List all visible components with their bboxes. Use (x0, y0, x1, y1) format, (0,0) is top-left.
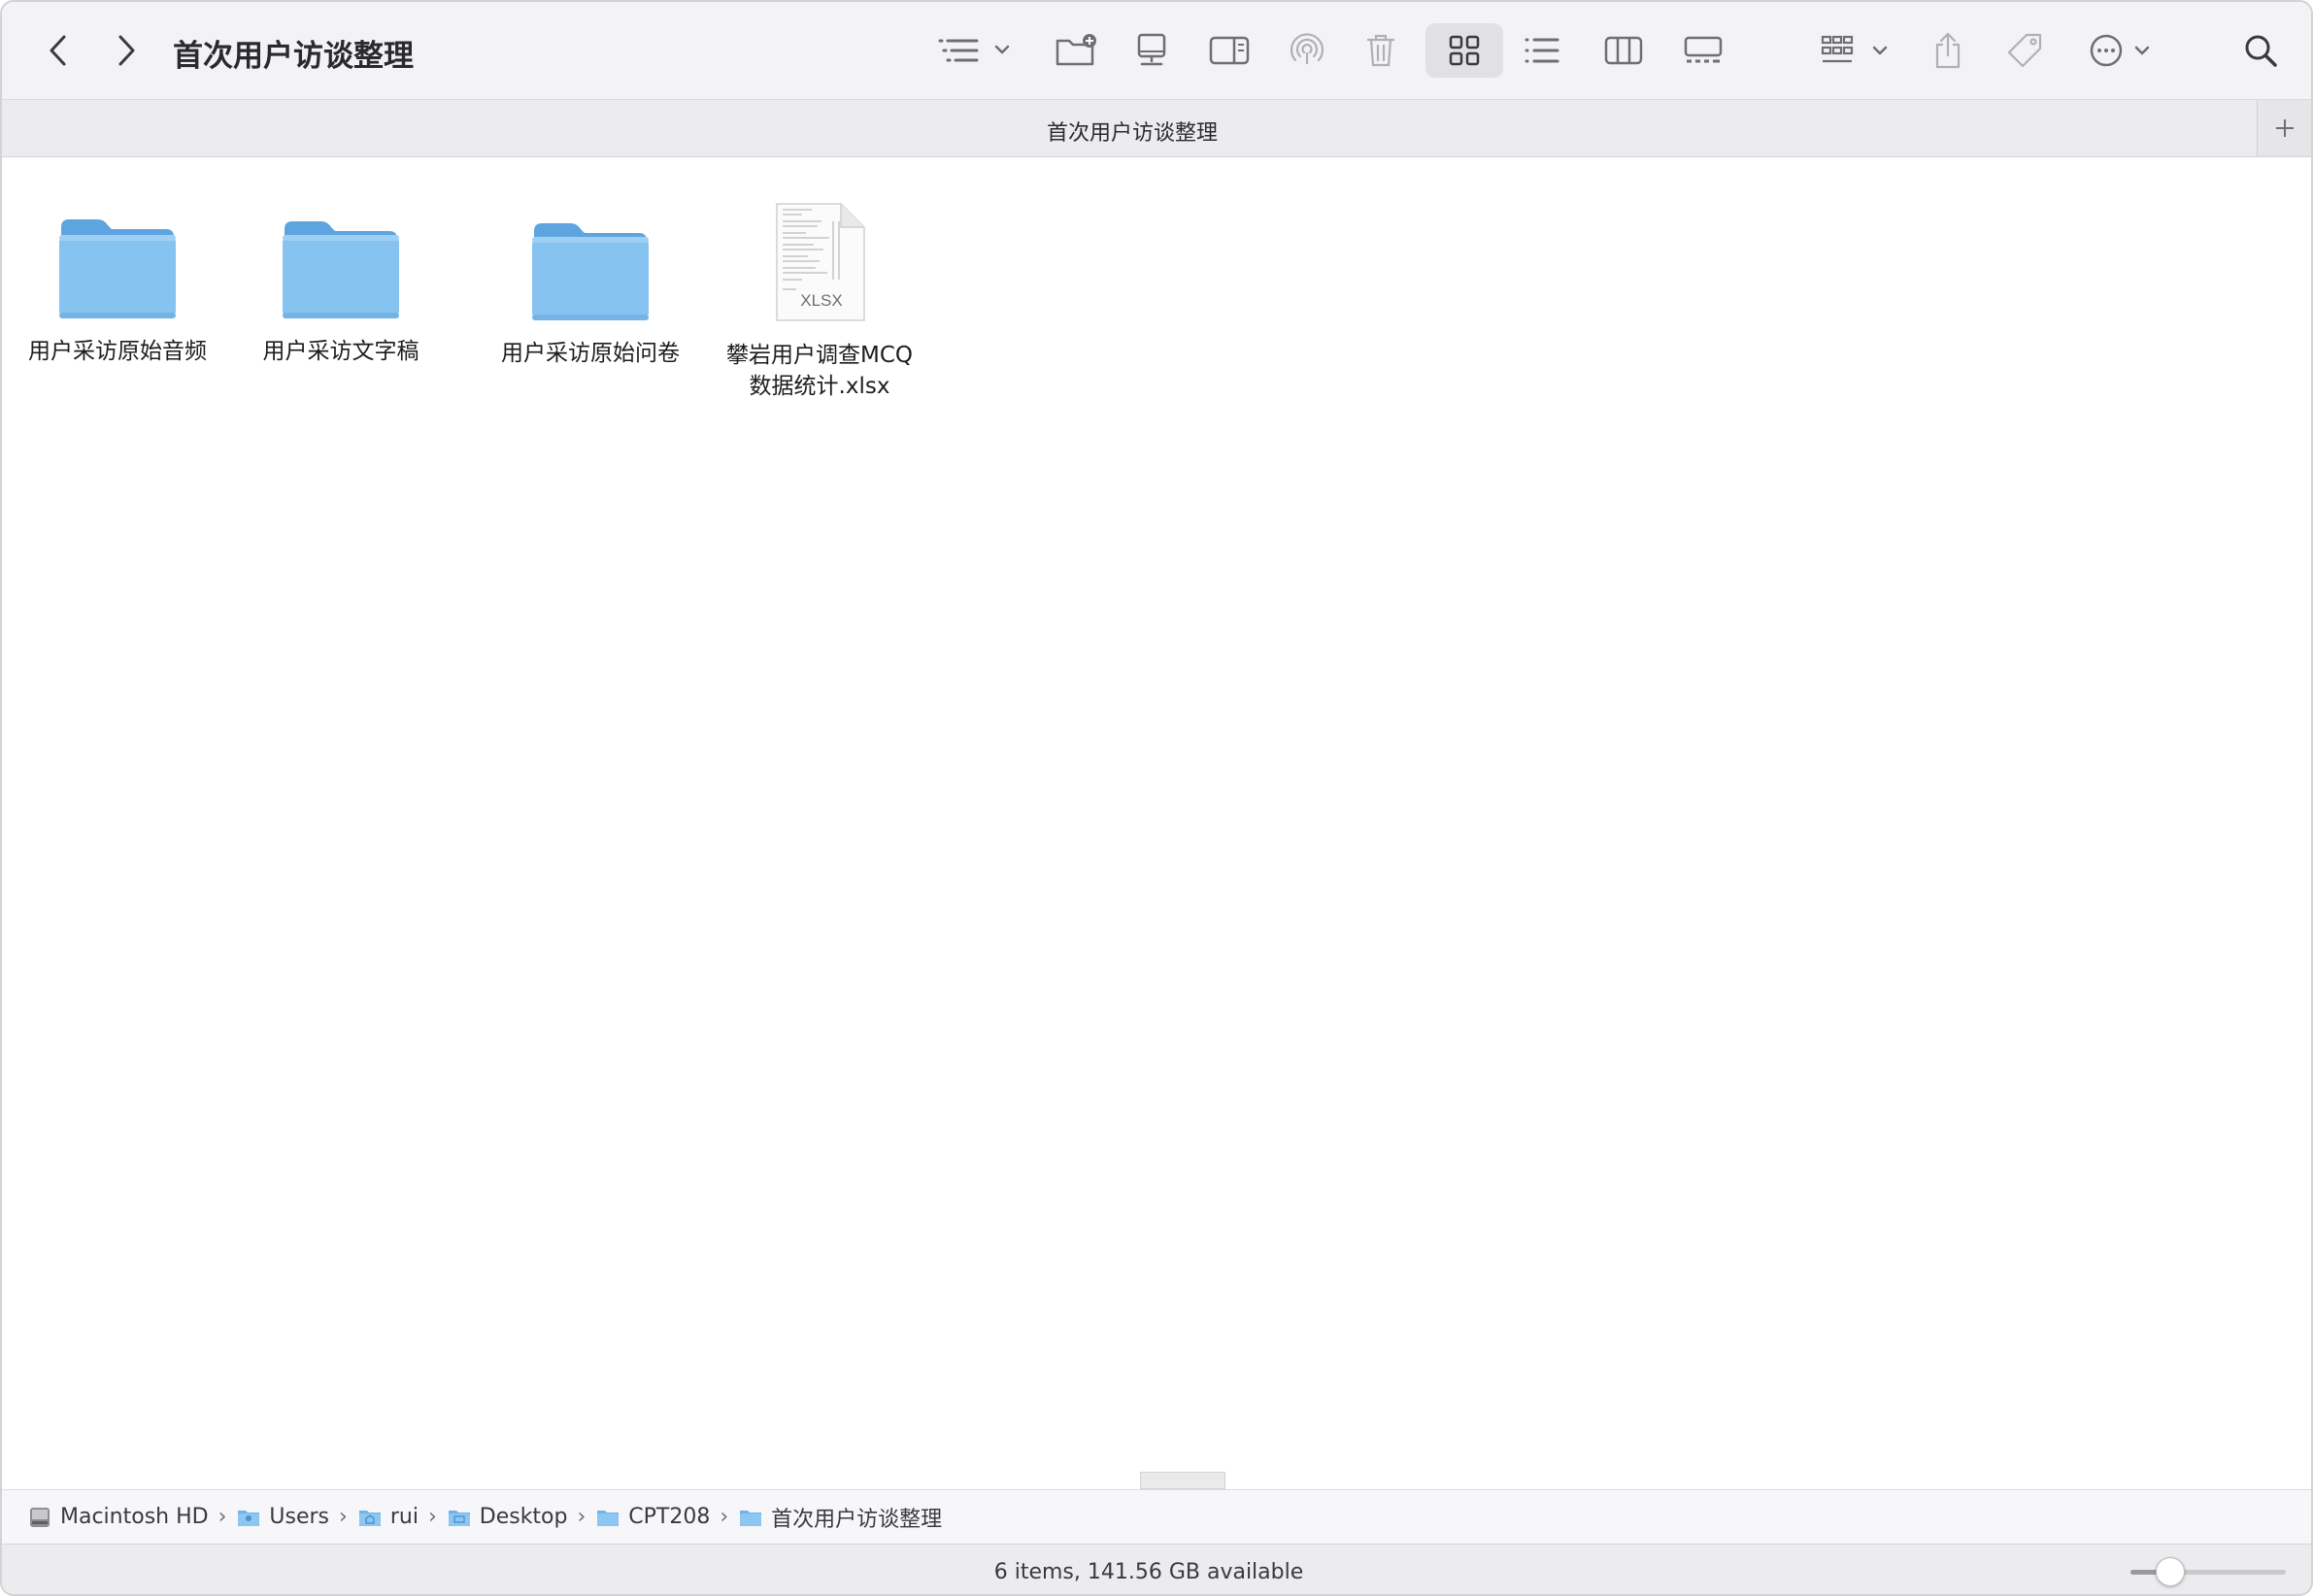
folder-icon (59, 219, 176, 318)
view-gallery-button[interactable] (1682, 23, 1725, 78)
crumb-label: CPT208 (628, 1505, 711, 1529)
path-crumb-users[interactable]: Users (236, 1505, 329, 1529)
search-icon (2245, 35, 2277, 67)
airdrop-icon (1290, 33, 1324, 64)
file-browser-area[interactable]: 用户采访原始音频 用户采访文字稿 用户采访原始问卷 XLSX 攀岩用户调查MCQ… (2, 157, 2311, 1489)
icon-size-slider[interactable] (2130, 1570, 2286, 1575)
item-label: 用户采访原始音频 (28, 339, 207, 364)
more-icon (2090, 34, 2150, 67)
tag-icon (2007, 33, 2042, 68)
preview-pane-icon (1209, 36, 1250, 65)
folder-item[interactable]: 用户采访原始音频 (6, 194, 229, 367)
trash-icon (1366, 34, 1395, 67)
folder-icon (283, 221, 399, 318)
desktop-icon (1137, 33, 1166, 66)
view-gallery-icon (1684, 36, 1723, 63)
crumb-label: Macintosh HD (60, 1505, 209, 1529)
item-label-line-1: 攀岩用户调查MCQ (725, 343, 913, 368)
group-button[interactable] (1820, 23, 1894, 78)
path-crumb-macintosh-hd[interactable]: Macintosh HD (27, 1505, 209, 1530)
window-title: 首次用户访谈整理 (173, 39, 414, 74)
view-list-button[interactable] (1523, 23, 1561, 78)
folder-item[interactable]: 用户采访原始问卷 (479, 196, 702, 369)
chevron-right-icon: › (577, 1505, 587, 1529)
path-bar: Macintosh HD › Users › rui › Desktop › C… (2, 1489, 2311, 1544)
view-list-icon (1525, 38, 1559, 63)
tab-bar: 首次用户访谈整理 (2, 99, 2311, 157)
tag-button[interactable] (2004, 23, 2045, 78)
path-crumb-rui[interactable]: rui (357, 1505, 419, 1529)
path-crumb-desktop[interactable]: Desktop (447, 1505, 568, 1529)
item-label: 用户采访文字稿 (262, 339, 419, 364)
tab-current[interactable]: 首次用户访谈整理 (2, 116, 2263, 147)
forward-button[interactable] (107, 23, 146, 78)
crumb-label: Desktop (479, 1505, 568, 1529)
folder-icon (740, 1510, 762, 1526)
connect-server-button[interactable] (1130, 23, 1173, 78)
status-text: 6 items, 141.56 GB available (993, 1560, 1304, 1584)
chevron-left-icon (50, 35, 66, 66)
plus-icon (2275, 119, 2294, 137)
trash-button[interactable] (1363, 23, 1398, 78)
chevron-right-icon (118, 35, 135, 66)
preview-pane-button[interactable] (1206, 23, 1253, 78)
desktop-folder-icon (448, 1510, 470, 1526)
chevron-right-icon: › (339, 1505, 348, 1529)
view-icons-button[interactable] (1425, 23, 1503, 78)
item-label-line-2: 数据统计.xlsx (749, 374, 890, 399)
search-button[interactable] (2241, 23, 2280, 78)
hard-drive-icon (30, 1507, 50, 1527)
folder-icon (597, 1510, 620, 1526)
path-crumb-current[interactable]: 首次用户访谈整理 (738, 1502, 942, 1533)
toolbar: 首次用户访谈整理 (2, 2, 2311, 99)
crumb-label: 首次用户访谈整理 (771, 1507, 943, 1532)
drag-preview-thumbnail (1140, 1472, 1225, 1489)
view-icons-icon (1449, 35, 1480, 66)
folder-item[interactable]: 用户采访文字稿 (229, 194, 453, 367)
item-label: 攀岩用户调查MCQ 数据统计.xlsx (708, 340, 931, 402)
view-columns-button[interactable] (1602, 23, 1645, 78)
sort-list-icon (938, 39, 1010, 62)
path-crumb-cpt208[interactable]: CPT208 (595, 1505, 710, 1529)
crumb-label: Users (269, 1505, 330, 1529)
file-item[interactable]: XLSX 攀岩用户调查MCQ 数据统计.xlsx (708, 196, 931, 402)
new-folder-button[interactable] (1053, 23, 1101, 78)
share-button[interactable] (1930, 23, 1965, 78)
new-tab-button[interactable] (2257, 100, 2311, 156)
sort-options-button[interactable] (936, 23, 1014, 78)
chevron-right-icon: › (218, 1505, 227, 1529)
item-label: 用户采访原始问卷 (501, 341, 680, 366)
crumb-label: rui (389, 1505, 419, 1529)
finder-window: 首次用户访谈整理 首次用户访谈整理 用户采访原始音频 用户采访文字稿 用户采访原… (0, 0, 2313, 1596)
file-type-badge: XLSX (800, 291, 842, 310)
home-folder-icon (358, 1510, 381, 1526)
chevron-right-icon: › (427, 1505, 437, 1529)
spreadsheet-file-icon: XLSX (776, 203, 865, 321)
status-bar: 6 items, 141.56 GB available (2, 1544, 2311, 1594)
airdrop-button[interactable] (1286, 23, 1328, 78)
slider-knob[interactable] (2156, 1557, 2185, 1586)
new-folder-icon (1056, 34, 1096, 66)
back-button[interactable] (39, 23, 78, 78)
folder-icon (532, 223, 649, 320)
more-actions-button[interactable] (2088, 23, 2158, 78)
users-folder-icon (238, 1510, 260, 1526)
chevron-right-icon: › (720, 1505, 729, 1529)
group-icon (1821, 35, 1888, 63)
view-columns-icon (1604, 36, 1643, 65)
share-icon (1935, 32, 1961, 69)
